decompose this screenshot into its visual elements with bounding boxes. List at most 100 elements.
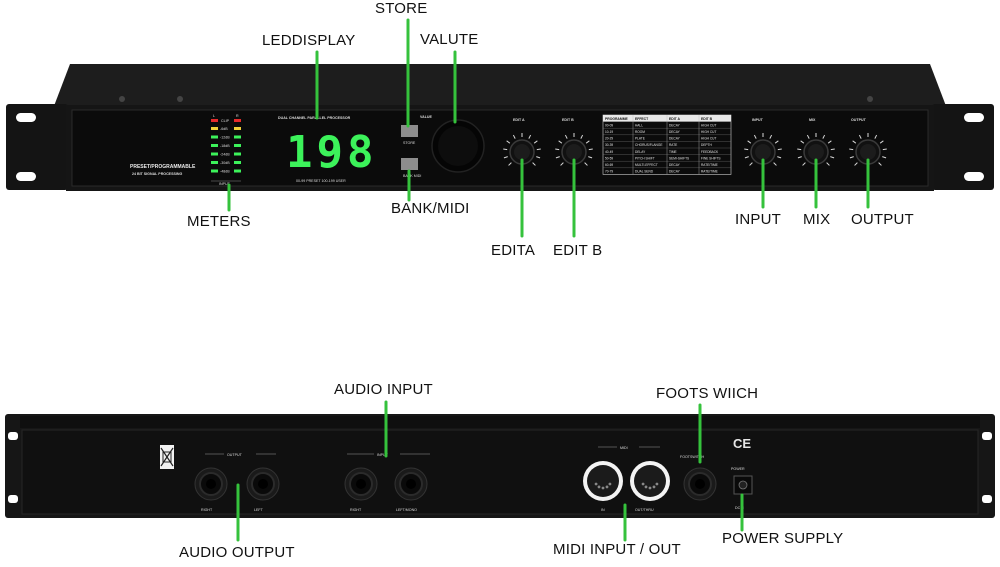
callout-midi-input-out: MIDI INPUT / OUT xyxy=(553,541,681,558)
preset-table-cell: TIME xyxy=(669,150,677,154)
rack-ear-right xyxy=(932,104,994,190)
meter-level-label: -24dB xyxy=(220,153,230,157)
midi-socket xyxy=(634,465,666,497)
preset-table-cell: RATE/TIME xyxy=(701,170,718,174)
preset-table-cell: ROOM xyxy=(635,130,645,134)
knob-cap xyxy=(755,144,771,160)
brand-line-2: 24 BIT SIGNAL PROCESSING xyxy=(132,172,182,176)
preset-table-cell: DEPTH xyxy=(701,143,713,147)
preset-note: 00-99 PRESET 100-199 USER xyxy=(296,179,346,183)
preset-table-cell: CHORUS/FLANGE xyxy=(635,143,662,147)
callout-foots-wiich: FOOTS WIICH xyxy=(656,385,759,402)
rear-slot xyxy=(982,495,992,503)
midi-in-port[interactable] xyxy=(583,461,623,501)
midi-pin xyxy=(597,485,601,489)
rack-ear-left xyxy=(6,104,68,190)
meter-level-label: -30dB xyxy=(220,161,230,165)
preset-table-cell: DUAL SEND xyxy=(635,170,654,174)
midi-pin xyxy=(594,482,598,486)
preset-table-header: EDIT B xyxy=(701,117,713,121)
led-display: 198 xyxy=(286,127,377,178)
knob-tick xyxy=(849,148,854,151)
preset-table-cell: DECAY xyxy=(669,123,681,127)
preset-table-cell: HALL xyxy=(635,123,643,127)
product-diagram: PRESET/PROGRAMMABLE 24 BIT SIGNAL PROCES… xyxy=(0,0,1000,562)
jack-hole xyxy=(695,479,705,489)
jack-hole xyxy=(406,479,416,489)
store-button-label: STORE xyxy=(403,141,416,145)
callout-power-supply: POWER SUPPLY xyxy=(722,530,844,547)
midi-pin xyxy=(641,482,645,486)
callout-output: OUTPUT xyxy=(851,211,914,228)
knob-tick xyxy=(744,148,749,151)
midi-out-port[interactable] xyxy=(630,461,670,501)
bank-midi-button[interactable] xyxy=(401,158,418,170)
meter-led-r xyxy=(234,152,241,156)
preset-table-cell: DECAY xyxy=(669,163,681,167)
preset-table-cell: HIGH CUT xyxy=(701,137,716,141)
store-button[interactable] xyxy=(401,125,418,137)
midi-pin xyxy=(608,482,612,486)
rear-panel xyxy=(21,429,979,515)
preset-table-cell: HIGH CUT xyxy=(701,130,716,134)
device-illustration: PRESET/PROGRAMMABLE 24 BIT SIGNAL PROCES… xyxy=(5,18,995,542)
input-right-jack[interactable] xyxy=(344,467,378,501)
knob-cap xyxy=(566,144,582,160)
meter-level-label: -12dB xyxy=(220,136,230,140)
rear-slot xyxy=(8,495,18,503)
preset-table-cell: DECAY xyxy=(669,170,681,174)
clip-led-r xyxy=(234,119,241,122)
value-encoder-cap xyxy=(438,126,478,166)
rack-slot xyxy=(16,172,36,181)
callout-bank-midi: BANK/MIDI xyxy=(391,200,470,217)
midi-pin xyxy=(648,486,652,490)
callout-edit-b: EDIT B xyxy=(553,242,603,259)
front-inner-panel xyxy=(71,109,929,187)
dc-power-pin xyxy=(738,480,748,490)
preset-table-cell: FEEDBACK xyxy=(701,150,719,154)
output-group-label: OUTPUT xyxy=(227,453,243,457)
meter-level-label: -48dB xyxy=(220,170,230,174)
callout-input: INPUT xyxy=(735,211,781,228)
rack-slot xyxy=(964,113,984,122)
rear-top-edge xyxy=(20,416,980,428)
midi-pin xyxy=(655,482,659,486)
preset-table-cell: 20-29 xyxy=(605,137,613,141)
input-knob-label: INPUT xyxy=(752,118,764,122)
preset-table-cell: SEMI-SHIFTS xyxy=(669,156,689,160)
midi-socket xyxy=(587,465,619,497)
midi-pin xyxy=(605,485,609,489)
callout-audio-input: AUDIO INPUT xyxy=(334,381,433,398)
preset-table-cell: RATE xyxy=(669,143,677,147)
preset-table-header: PROGRAMME xyxy=(605,117,629,121)
preset-table-cell: HIGH CUT xyxy=(701,123,716,127)
meter-led-r xyxy=(234,135,241,139)
meter-led-r xyxy=(234,144,241,147)
output-left-jack[interactable] xyxy=(246,467,280,501)
preset-table-header: EFFECT xyxy=(635,117,649,121)
preset-table-cell: PITCH SHIFT xyxy=(635,156,655,160)
input-left-jack[interactable] xyxy=(394,467,428,501)
output-right-jack[interactable] xyxy=(194,467,228,501)
clip-led-l xyxy=(211,119,218,122)
preset-table-cell: MULTI-EFFECT xyxy=(635,163,658,167)
midi-in-label: IN xyxy=(601,508,605,512)
rear-unit: OUTPUT INPUT MIDI RIGHT LEFT RIGHT LEFT/… xyxy=(5,414,995,518)
callout-store: STORE xyxy=(375,0,428,17)
knob-tick xyxy=(777,148,782,151)
preset-table-cell: 10-19 xyxy=(605,130,613,134)
value-label: VALUE xyxy=(420,115,433,119)
preset-table-cell: DECAY xyxy=(669,130,681,134)
meter-led-r xyxy=(234,127,241,130)
power-label: POWER xyxy=(731,467,745,471)
rear-slot xyxy=(982,432,992,440)
rear-slot xyxy=(8,432,18,440)
footswitch-jack[interactable] xyxy=(683,467,717,501)
lid-screw xyxy=(177,96,183,102)
callout-mix: MIX xyxy=(803,211,831,228)
meter-led-l xyxy=(211,161,218,164)
knob-tick xyxy=(536,148,541,151)
preset-table-cell: 70-79 xyxy=(605,170,613,174)
ce-mark: CE xyxy=(733,436,751,451)
input-left-label: LEFT/MONO xyxy=(396,508,417,512)
